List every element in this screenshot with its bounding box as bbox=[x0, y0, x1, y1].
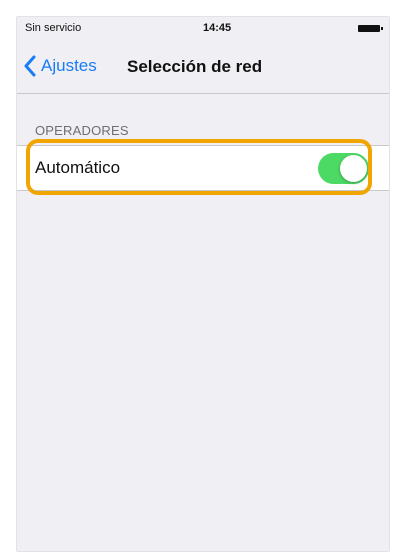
back-button-label: Ajustes bbox=[41, 56, 97, 75]
back-button[interactable]: Ajustes bbox=[23, 53, 97, 79]
list-item-label: Automático bbox=[35, 158, 121, 177]
navigation-bar: Ajustes Selección de red bbox=[17, 41, 389, 94]
list-item-automatic: Automático bbox=[17, 145, 389, 191]
clock: 14:45 bbox=[203, 22, 232, 34]
section-header-operators: OPERADORES bbox=[35, 123, 129, 138]
page-title: Selección de red bbox=[127, 57, 263, 76]
phone-screen: Sin servicio 14:45 Ajustes Selección de … bbox=[16, 16, 390, 552]
automatic-toggle[interactable] bbox=[318, 153, 369, 184]
toggle-knob bbox=[340, 155, 367, 182]
carrier-label: Sin servicio bbox=[25, 22, 82, 34]
battery-full-icon bbox=[358, 25, 383, 32]
status-bar: Sin servicio 14:45 bbox=[17, 17, 389, 41]
chevron-left-icon bbox=[24, 55, 36, 77]
